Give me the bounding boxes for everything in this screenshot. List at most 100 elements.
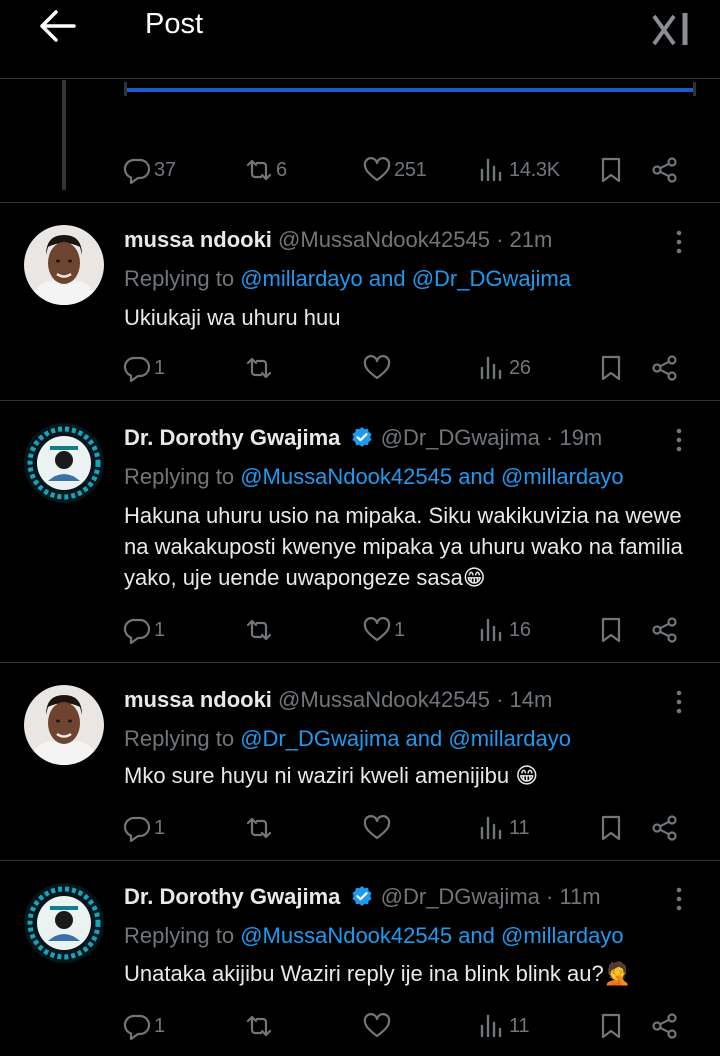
heart-icon xyxy=(363,355,391,380)
heart-icon xyxy=(363,617,391,642)
bookmark-icon xyxy=(601,157,621,183)
like-button[interactable] xyxy=(362,1006,392,1046)
reply-button[interactable]: 1 xyxy=(122,1006,165,1046)
repost-button[interactable] xyxy=(244,348,274,388)
user-handle[interactable]: @MussaNdook42545 xyxy=(278,687,490,712)
avatar[interactable] xyxy=(24,423,104,503)
heart-icon xyxy=(363,815,391,840)
views-button[interactable]: 26 xyxy=(477,348,531,388)
more-options-icon[interactable] xyxy=(674,229,684,255)
avatar[interactable] xyxy=(24,883,104,963)
tweet-actions: 1 11 xyxy=(122,808,692,848)
tweet-text: Hakuna uhuru usio na mipaka. Siku wakiku… xyxy=(124,503,683,590)
reply-button[interactable]: 1 xyxy=(122,348,165,388)
bookmark-button[interactable] xyxy=(596,1006,626,1046)
reply-tweet[interactable]: mussa ndooki @MussaNdook42545 · 21m Repl… xyxy=(0,203,720,400)
reply-count: 1 xyxy=(154,618,165,641)
reply-icon xyxy=(123,816,151,843)
bookmark-button[interactable] xyxy=(596,808,626,848)
timestamp[interactable]: · 11m xyxy=(546,884,601,909)
reply-icon xyxy=(123,158,151,185)
share-icon xyxy=(652,1013,677,1039)
reply-icon xyxy=(123,618,151,645)
tweet-header: mussa ndooki @MussaNdook42545 · 14m xyxy=(124,687,552,713)
like-button[interactable] xyxy=(362,348,392,388)
verified-badge-icon[interactable] xyxy=(351,426,373,448)
user-handle[interactable]: @MussaNdook42545 xyxy=(278,227,490,252)
views-button[interactable]: 11 xyxy=(477,808,529,848)
reply-tweet[interactable]: mussa ndooki @MussaNdook42545 · 14m Repl… xyxy=(0,663,720,860)
heart-icon xyxy=(363,1013,391,1038)
views-icon xyxy=(480,1014,502,1038)
views-count: 11 xyxy=(509,1014,530,1037)
user-handle[interactable]: @Dr_DGwajima xyxy=(381,425,540,450)
repost-count: 6 xyxy=(276,158,287,181)
tweet-text: Ukiukaji wa uhuru huu xyxy=(124,305,341,330)
reply-icon xyxy=(123,1014,151,1041)
views-icon xyxy=(480,618,502,642)
views-button[interactable]: 14.3K xyxy=(477,150,560,190)
repost-icon xyxy=(246,619,272,641)
grok-logo-icon[interactable] xyxy=(652,12,692,46)
share-button[interactable] xyxy=(650,150,680,190)
reply-button[interactable]: 1 xyxy=(122,610,165,650)
repost-icon xyxy=(246,159,272,181)
views-button[interactable]: 16 xyxy=(477,610,531,650)
display-name[interactable]: Dr. Dorothy Gwajima xyxy=(124,425,340,450)
bookmark-button[interactable] xyxy=(596,348,626,388)
replying-to-link[interactable]: @MussaNdook42545 and @millardayo xyxy=(240,923,623,948)
verified-badge-icon[interactable] xyxy=(351,885,373,907)
repost-button[interactable]: 6 xyxy=(244,150,287,190)
like-button[interactable]: 1 xyxy=(362,610,405,650)
avatar[interactable] xyxy=(24,225,104,305)
display-name[interactable]: Dr. Dorothy Gwajima xyxy=(124,884,340,909)
replying-to-link[interactable]: @millardayo and @Dr_DGwajima xyxy=(240,266,571,291)
share-button[interactable] xyxy=(650,610,680,650)
media-card[interactable] xyxy=(124,82,696,96)
views-count: 16 xyxy=(509,618,531,641)
avatar[interactable] xyxy=(24,685,104,765)
replying-prefix: Replying to xyxy=(124,266,241,291)
user-handle[interactable]: @Dr_DGwajima xyxy=(381,884,540,909)
bookmark-button[interactable] xyxy=(596,610,626,650)
share-button[interactable] xyxy=(650,348,680,388)
reply-tweet[interactable]: Dr. Dorothy Gwajima @Dr_DGwajima · 11m R… xyxy=(0,861,720,1056)
like-button[interactable] xyxy=(362,808,392,848)
tweet-actions: 1 1 16 xyxy=(122,610,692,650)
views-button[interactable]: 11 xyxy=(477,1006,529,1046)
share-button[interactable] xyxy=(650,1006,680,1046)
timestamp[interactable]: · 19m xyxy=(546,425,602,450)
replying-prefix: Replying to xyxy=(124,923,241,948)
more-options-icon[interactable] xyxy=(674,689,684,715)
views-count: 11 xyxy=(509,816,530,839)
repost-button[interactable] xyxy=(244,1006,274,1046)
bookmark-button[interactable] xyxy=(596,150,626,190)
thread-line xyxy=(62,80,66,190)
share-button[interactable] xyxy=(650,808,680,848)
tweet-header: Dr. Dorothy Gwajima @Dr_DGwajima · 11m xyxy=(124,884,601,910)
like-button[interactable]: 251 xyxy=(362,150,427,190)
reply-button[interactable]: 37 xyxy=(122,150,176,190)
heart-icon xyxy=(363,157,391,182)
reply-button[interactable]: 1 xyxy=(122,808,165,848)
bookmark-icon xyxy=(601,617,621,643)
timestamp[interactable]: · 21m xyxy=(496,227,552,252)
share-icon xyxy=(652,815,677,841)
views-icon xyxy=(480,158,502,182)
timestamp[interactable]: · 14m xyxy=(496,687,552,712)
reply-tweet[interactable]: Dr. Dorothy Gwajima @Dr_DGwajima · 19m R… xyxy=(0,401,720,660)
repost-button[interactable] xyxy=(244,610,274,650)
arrow-left-icon[interactable] xyxy=(38,8,78,44)
more-options-icon[interactable] xyxy=(674,427,684,453)
share-icon xyxy=(652,617,677,643)
tweet-header: Dr. Dorothy Gwajima @Dr_DGwajima · 19m xyxy=(124,425,602,451)
display-name[interactable]: mussa ndooki xyxy=(124,227,272,252)
reply-count: 1 xyxy=(154,816,165,839)
replying-to-link[interactable]: @Dr_DGwajima and @millardayo xyxy=(240,726,571,751)
display-name[interactable]: mussa ndooki xyxy=(124,687,272,712)
repost-button[interactable] xyxy=(244,808,274,848)
reply-count: 37 xyxy=(154,158,176,181)
more-options-icon[interactable] xyxy=(674,886,684,912)
page-title: Post xyxy=(145,8,204,40)
replying-to-link[interactable]: @MussaNdook42545 and @millardayo xyxy=(240,464,623,489)
